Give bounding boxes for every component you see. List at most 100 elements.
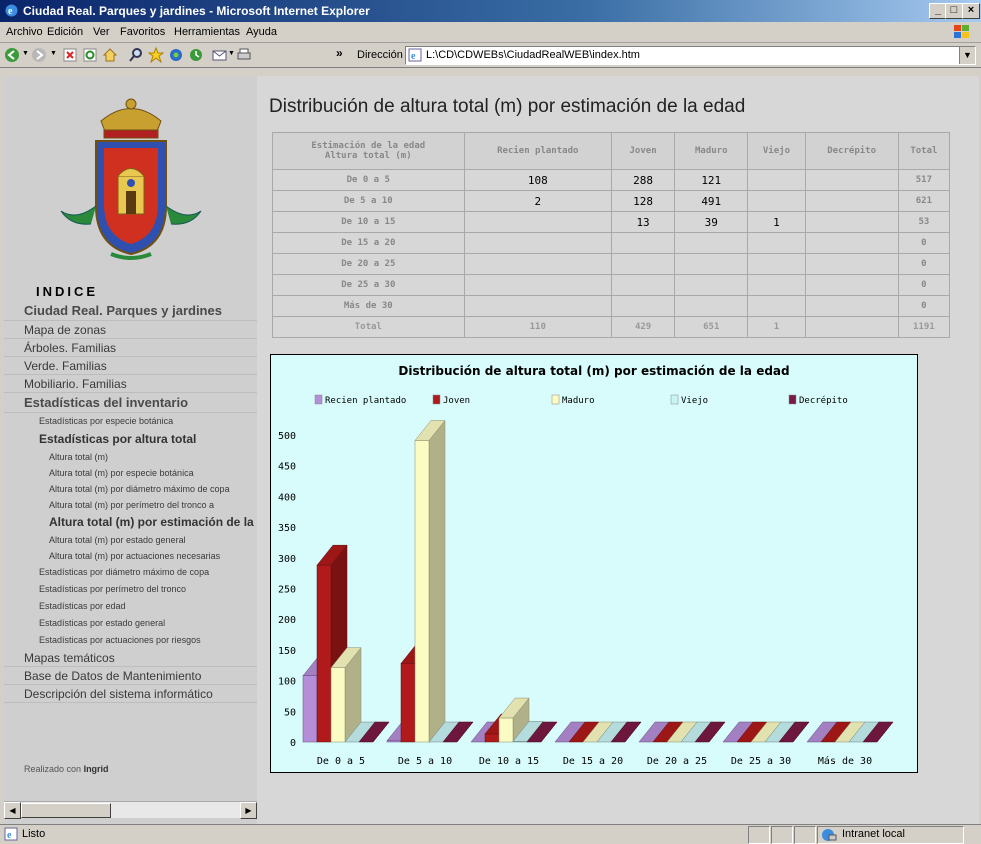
table-cell <box>674 295 749 317</box>
sidebar-item[interactable]: Descripción del sistema informático <box>4 685 257 703</box>
table-cell: 110 <box>463 316 612 338</box>
table-corner-header: Estimación de la edad Altura total (m) <box>272 132 465 170</box>
status-text: Listo <box>22 828 46 840</box>
media-icon[interactable] <box>168 47 184 63</box>
chart-canvas: Distribución de altura total (m) por est… <box>278 364 894 767</box>
menu-edicion[interactable]: Edición <box>47 26 83 38</box>
mail-dropdown-icon[interactable]: ▼ <box>228 50 235 57</box>
y-tick-label: 450 <box>278 462 296 473</box>
sidebar-item[interactable]: Altura total (m) por estimación de la ed… <box>4 513 257 532</box>
scroll-right-icon[interactable]: ▶ <box>240 802 257 819</box>
x-tick-label: De 20 a 25 <box>647 756 707 767</box>
y-tick-label: 300 <box>278 554 296 565</box>
sidebar-item[interactable]: Estadísticas por altura total <box>4 430 257 449</box>
row-label: De 15 a 20 <box>272 232 465 254</box>
made-with-name[interactable]: Ingrid <box>84 764 109 774</box>
bar <box>498 717 514 743</box>
table-cell <box>747 295 806 317</box>
window-title-bar[interactable]: e Ciudad Real. Parques y jardines - Micr… <box>0 0 981 22</box>
stop-icon[interactable] <box>62 47 78 63</box>
sidebar-item[interactable]: Estadísticas por diámetro máximo de copa <box>4 564 257 581</box>
status-cell <box>771 826 793 844</box>
table-cell <box>804 211 899 233</box>
sidebar-item[interactable]: Estadísticas por especie botánica <box>4 413 257 430</box>
sidebar-item[interactable]: Mapa de zonas <box>4 321 257 339</box>
menu-favoritos[interactable]: Favoritos <box>120 26 165 38</box>
favorites-icon[interactable] <box>148 47 164 63</box>
maximize-button[interactable]: □ <box>945 3 963 19</box>
mail-icon[interactable] <box>212 47 228 63</box>
menu-ver[interactable]: Ver <box>93 26 110 38</box>
table-cell: 429 <box>610 316 676 338</box>
menu-herramientas[interactable]: Herramientas <box>174 26 240 38</box>
table-cell <box>674 232 749 254</box>
bar-chart: Distribución de altura total (m) por est… <box>270 354 918 773</box>
sidebar-item[interactable]: Altura total (m) por diámetro máximo de … <box>4 481 257 497</box>
bar <box>512 741 528 743</box>
close-button[interactable]: × <box>962 3 980 19</box>
sidebar-item[interactable]: Altura total (m) por perímetro del tronc… <box>4 497 257 513</box>
bar <box>484 733 500 743</box>
table-cell <box>804 295 899 317</box>
table-row: De 20 a 25 0 <box>272 253 951 275</box>
sidebar-item[interactable]: Verde. Familias <box>4 357 257 375</box>
x-tick-label: De 10 a 15 <box>479 756 539 767</box>
bar-side <box>428 419 446 743</box>
row-total-cell: 53 <box>897 211 951 233</box>
sidebar-item[interactable]: Estadísticas por perímetro del tronco <box>4 581 257 598</box>
refresh-icon[interactable] <box>82 47 98 63</box>
table-row: De 0 a 5 108 288 121 517 <box>272 169 951 191</box>
page-title: Distribución de altura total (m) por est… <box>269 96 746 117</box>
sidebar-item[interactable]: Mobiliario. Familias <box>4 375 257 393</box>
table-cell <box>610 232 676 254</box>
status-bar: e Listo Intranet local <box>0 824 981 844</box>
intranet-zone-icon <box>822 829 837 841</box>
sidebar-item[interactable]: Altura total (m) por actuaciones necesar… <box>4 548 257 564</box>
sidebar-item[interactable]: Estadísticas por estado general <box>4 615 257 632</box>
scroll-left-icon[interactable]: ◀ <box>4 802 21 819</box>
header-height-label: Altura total (m) <box>324 151 412 161</box>
row-label: De 0 a 5 <box>272 169 465 191</box>
sidebar-item[interactable]: Ciudad Real. Parques y jardines <box>4 301 257 321</box>
y-tick-label: 500 <box>278 431 296 442</box>
sidebar-item[interactable]: Estadísticas por actuaciones por riesgos <box>4 632 257 649</box>
legend-label: Recien plantado <box>325 396 406 406</box>
sidebar-item[interactable]: Estadísticas del inventario <box>4 393 257 413</box>
toolbar-overflow-chevron[interactable]: » <box>336 46 343 60</box>
sidebar-item[interactable]: Árboles. Familias <box>4 339 257 357</box>
table-cell <box>610 253 676 275</box>
back-icon[interactable] <box>4 47 20 63</box>
sidebar-item[interactable]: Base de Datos de Mantenimiento <box>4 667 257 685</box>
address-label: Dirección <box>357 49 403 61</box>
row-label: De 5 a 10 <box>272 190 465 212</box>
y-tick-label: 250 <box>278 585 296 596</box>
sidebar-item[interactable]: Altura total (m) <box>4 449 257 465</box>
sidebar-item[interactable]: Estadísticas por edad <box>4 598 257 615</box>
sidebar-item[interactable]: Altura total (m) por especie botánica <box>4 465 257 481</box>
windows-logo-icon <box>954 25 969 38</box>
header-age-label: Estimación de la edad <box>311 141 426 151</box>
row-total-cell: 621 <box>897 190 951 212</box>
home-icon[interactable] <box>102 47 118 63</box>
history-icon[interactable] <box>188 47 204 63</box>
menu-ayuda[interactable]: Ayuda <box>246 26 277 38</box>
forward-dropdown-icon[interactable]: ▼ <box>50 50 57 57</box>
row-total-cell: 1191 <box>897 316 951 338</box>
sidebar-item[interactable]: Mapas temáticos <box>4 649 257 667</box>
scrollbar-thumb[interactable] <box>21 803 111 818</box>
address-field[interactable]: e L:\CD\CDWEBs\CiudadRealWEB\index.htm ▼ <box>405 46 976 65</box>
horizontal-scrollbar[interactable]: ◀ ▶ <box>4 801 257 819</box>
back-dropdown-icon[interactable]: ▼ <box>22 50 29 57</box>
bar <box>316 564 332 743</box>
table-cell: 2 <box>463 190 612 212</box>
search-icon[interactable] <box>128 47 144 63</box>
print-icon[interactable] <box>236 47 252 63</box>
forward-icon[interactable] <box>31 47 47 63</box>
address-dropdown-icon[interactable]: ▼ <box>959 47 975 64</box>
menu-archivo[interactable]: Archivo <box>6 26 43 38</box>
table-cell <box>804 316 899 338</box>
sidebar-item[interactable]: Altura total (m) por estado general <box>4 532 257 548</box>
status-cell <box>794 826 816 844</box>
page-status-icon: e <box>4 827 18 841</box>
table-cell <box>463 295 612 317</box>
